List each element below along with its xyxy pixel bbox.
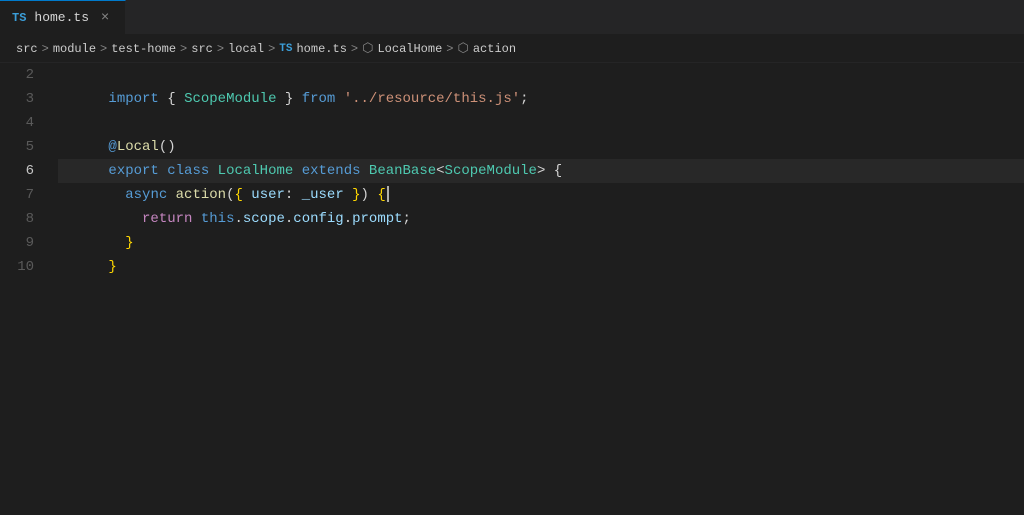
line-num-8: 8 bbox=[0, 207, 50, 231]
tab-ts-icon: TS bbox=[12, 11, 26, 25]
breadcrumb-src2[interactable]: src bbox=[191, 42, 213, 56]
breadcrumb: src > module > test-home > src > local >… bbox=[0, 35, 1024, 63]
breadcrumb-module[interactable]: module bbox=[53, 42, 96, 56]
breadcrumb-src[interactable]: src bbox=[16, 42, 38, 56]
tab-home-ts[interactable]: TS home.ts × bbox=[0, 0, 126, 34]
breadcrumb-sep-2: > bbox=[100, 42, 107, 56]
breadcrumb-sep-4: > bbox=[217, 42, 224, 56]
line-num-10: 10 bbox=[0, 255, 50, 279]
tab-close-button[interactable]: × bbox=[97, 10, 113, 26]
breadcrumb-localhome[interactable]: LocalHome bbox=[377, 42, 442, 56]
breadcrumb-class-icon: ⬡ bbox=[362, 41, 373, 56]
breadcrumb-local[interactable]: local bbox=[228, 42, 264, 56]
line-num-9: 9 bbox=[0, 231, 50, 255]
breadcrumb-sep-1: > bbox=[42, 42, 49, 56]
line-num-4: 4 bbox=[0, 111, 50, 135]
breadcrumb-sep-6: > bbox=[351, 42, 358, 56]
code-line-2: import { ScopeModule } from '../resource… bbox=[58, 63, 1024, 87]
breadcrumb-action[interactable]: action bbox=[473, 42, 516, 56]
code-area[interactable]: import { ScopeModule } from '../resource… bbox=[50, 63, 1024, 515]
editor: 2 3 4 5 6 7 8 9 10 import { ScopeModule … bbox=[0, 63, 1024, 515]
line-numbers: 2 3 4 5 6 7 8 9 10 bbox=[0, 63, 50, 515]
code-line-9: } bbox=[58, 231, 1024, 255]
breadcrumb-sep-5: > bbox=[268, 42, 275, 56]
tab-bar: TS home.ts × bbox=[0, 0, 1024, 35]
breadcrumb-method-icon: ⬡ bbox=[457, 41, 468, 56]
line-num-7: 7 bbox=[0, 183, 50, 207]
line-num-6: 6 bbox=[0, 159, 50, 183]
breadcrumb-sep-3: > bbox=[180, 42, 187, 56]
breadcrumb-ts-icon: TS bbox=[279, 43, 292, 55]
line-num-3: 3 bbox=[0, 87, 50, 111]
code-line-4: @Local() bbox=[58, 111, 1024, 135]
breadcrumb-home-ts[interactable]: home.ts bbox=[296, 42, 346, 56]
code-line-10 bbox=[58, 255, 1024, 279]
line-num-2: 2 bbox=[0, 63, 50, 87]
line-num-5: 5 bbox=[0, 135, 50, 159]
breadcrumb-test-home[interactable]: test-home bbox=[111, 42, 176, 56]
code-line-5: export class LocalHome extends BeanBase<… bbox=[58, 135, 1024, 159]
tab-filename: home.ts bbox=[34, 10, 89, 25]
breadcrumb-sep-7: > bbox=[446, 42, 453, 56]
